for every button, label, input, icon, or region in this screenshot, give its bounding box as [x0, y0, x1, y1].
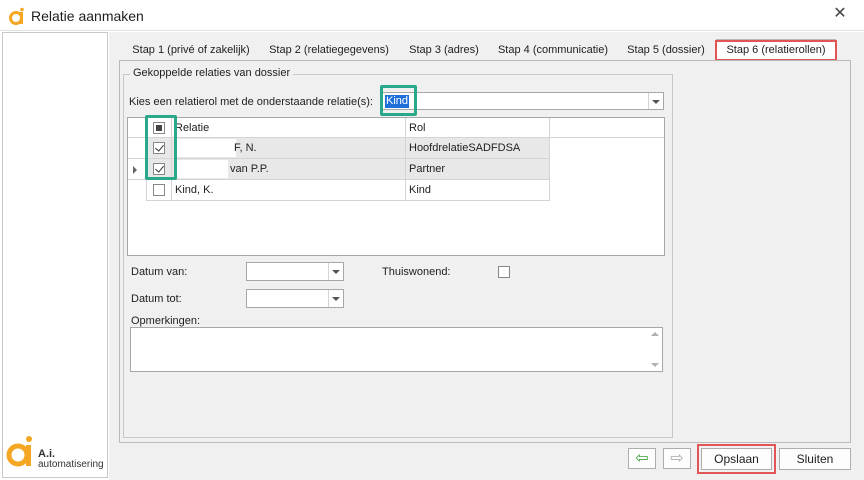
highlight-role: [380, 85, 417, 116]
table-row-rol[interactable]: Kind: [406, 180, 550, 201]
group-title: Gekoppelde relaties van dossier: [130, 67, 294, 79]
scrollbar[interactable]: [648, 328, 662, 371]
close-icon[interactable]: ✕: [828, 3, 852, 27]
chevron-down-icon[interactable]: [648, 93, 663, 109]
left-panel: [2, 32, 108, 478]
chevron-down-icon[interactable]: [328, 263, 343, 280]
datum-van-label: Datum van:: [131, 266, 188, 278]
scroll-up-icon[interactable]: [651, 332, 659, 336]
datum-van-field[interactable]: [246, 262, 344, 281]
table-row-rol[interactable]: Partner: [406, 159, 550, 180]
datum-tot-field[interactable]: [246, 289, 344, 308]
row-check-cell[interactable]: [147, 180, 172, 201]
highlight-checkboxes: [145, 115, 177, 180]
window-title: Relatie aanmaken: [31, 8, 144, 24]
redaction: [176, 160, 228, 178]
relatie-name: van P.P.: [230, 163, 269, 175]
relations-grid: Relatie Rol F, N. HoofdrelatieSADFDSA va…: [127, 117, 665, 256]
close-button[interactable]: Sluiten: [779, 448, 851, 470]
chevron-down-icon[interactable]: [328, 290, 343, 307]
highlight-save: [697, 444, 776, 474]
redaction: [176, 139, 236, 157]
role-select[interactable]: Kind: [382, 92, 664, 110]
brand-tagline: automatisering: [38, 459, 104, 470]
role-label: Kies een relatierol met de onderstaande …: [129, 96, 373, 108]
table-row-rol[interactable]: HoofdrelatieSADFDSA: [406, 138, 550, 159]
tab-stap-5[interactable]: Stap 5 (dossier): [622, 40, 710, 60]
column-header-rol[interactable]: Rol: [406, 118, 550, 138]
datum-tot-label: Datum tot:: [131, 293, 182, 305]
tab-stap-1[interactable]: Stap 1 (privé of zakelijk): [126, 40, 256, 60]
highlight-tab: [715, 40, 837, 61]
app-logo-icon: [9, 7, 24, 25]
column-header-relatie[interactable]: Relatie: [172, 118, 406, 138]
thuiswonend-label: Thuiswonend:: [382, 266, 451, 278]
row-checkbox[interactable]: [153, 184, 165, 196]
table-row-relatie[interactable]: van P.P.: [172, 159, 406, 180]
opmerkingen-label: Opmerkingen:: [131, 315, 201, 327]
table-row-relatie[interactable]: F, N.: [172, 138, 406, 159]
tab-stap-4[interactable]: Stap 4 (communicatie): [494, 40, 612, 60]
tab-stap-2[interactable]: Stap 2 (relatiegegevens): [263, 40, 395, 60]
scroll-down-icon[interactable]: [651, 363, 659, 367]
header-filler: [550, 118, 664, 138]
relatie-name: F, N.: [234, 142, 257, 154]
back-button[interactable]: ⇦: [628, 448, 656, 469]
table-row-relatie[interactable]: Kind, K.: [172, 180, 406, 201]
tab-stap-3[interactable]: Stap 3 (adres): [402, 40, 486, 60]
thuiswonend-checkbox[interactable]: [498, 266, 510, 278]
next-button[interactable]: ⇨: [663, 448, 691, 469]
row-indicator: [128, 180, 147, 201]
current-row-arrow-icon: [133, 166, 137, 174]
brand-logo-icon: [6, 436, 32, 467]
opmerkingen-field[interactable]: [130, 327, 663, 372]
